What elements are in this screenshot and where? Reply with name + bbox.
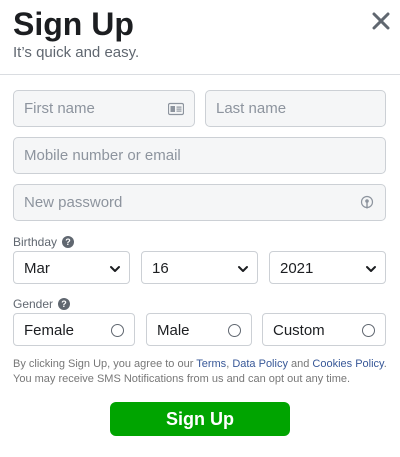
gender-option-label: Custom	[273, 322, 325, 339]
birthday-month-select[interactable]: Mar	[13, 251, 130, 284]
gender-option-label: Female	[24, 322, 75, 339]
password-field[interactable]	[13, 184, 386, 221]
chevron-down-icon	[366, 266, 376, 272]
year-value: 2021	[280, 260, 314, 277]
birthday-label: Birthday	[13, 235, 58, 249]
last-name-input[interactable]	[206, 91, 385, 126]
terms-notice: By clicking Sign Up, you agree to our Te…	[13, 357, 393, 387]
contact-card-icon	[168, 102, 184, 116]
close-icon[interactable]	[370, 10, 392, 32]
month-value: Mar	[24, 260, 50, 277]
gender-option-label: Male	[157, 322, 190, 339]
terms-prefix: By clicking Sign Up, you agree to our	[13, 358, 197, 370]
gender-option-female[interactable]: Female	[13, 313, 135, 346]
help-icon[interactable]: ?	[62, 236, 75, 248]
contact-field[interactable]	[13, 137, 386, 174]
first-name-field[interactable]	[13, 90, 195, 127]
birthday-day-select[interactable]: 16	[141, 251, 258, 284]
radio-button[interactable]	[228, 324, 241, 337]
mobile-or-email-input[interactable]	[14, 138, 385, 173]
chevron-down-icon	[110, 266, 120, 272]
modal-header: Sign Up It’s quick and easy.	[0, 0, 400, 75]
new-password-input[interactable]	[14, 185, 385, 220]
gender-label-row: Gender ?	[13, 297, 71, 311]
data-policy-link[interactable]: Data Policy	[232, 358, 288, 370]
last-name-field[interactable]	[205, 90, 386, 127]
gender-label: Gender	[13, 297, 54, 311]
birthday-label-row: Birthday ?	[13, 235, 75, 249]
password-key-icon	[360, 195, 374, 209]
page-title: Sign Up	[13, 6, 134, 42]
birthday-year-select[interactable]: 2021	[269, 251, 386, 284]
first-name-input[interactable]	[14, 91, 194, 126]
gender-option-custom[interactable]: Custom	[262, 313, 386, 346]
radio-button[interactable]	[362, 324, 375, 337]
sign-up-button[interactable]: Sign Up	[110, 402, 290, 436]
page-subtitle: It’s quick and easy.	[13, 44, 140, 61]
cookies-policy-link[interactable]: Cookies Policy	[312, 358, 383, 370]
gender-option-male[interactable]: Male	[146, 313, 252, 346]
terms-separator: and	[287, 358, 313, 370]
chevron-down-icon	[238, 266, 248, 272]
day-value: 16	[152, 260, 169, 277]
terms-link[interactable]: Terms	[196, 358, 226, 370]
radio-button[interactable]	[111, 324, 124, 337]
help-icon[interactable]: ?	[58, 298, 71, 310]
